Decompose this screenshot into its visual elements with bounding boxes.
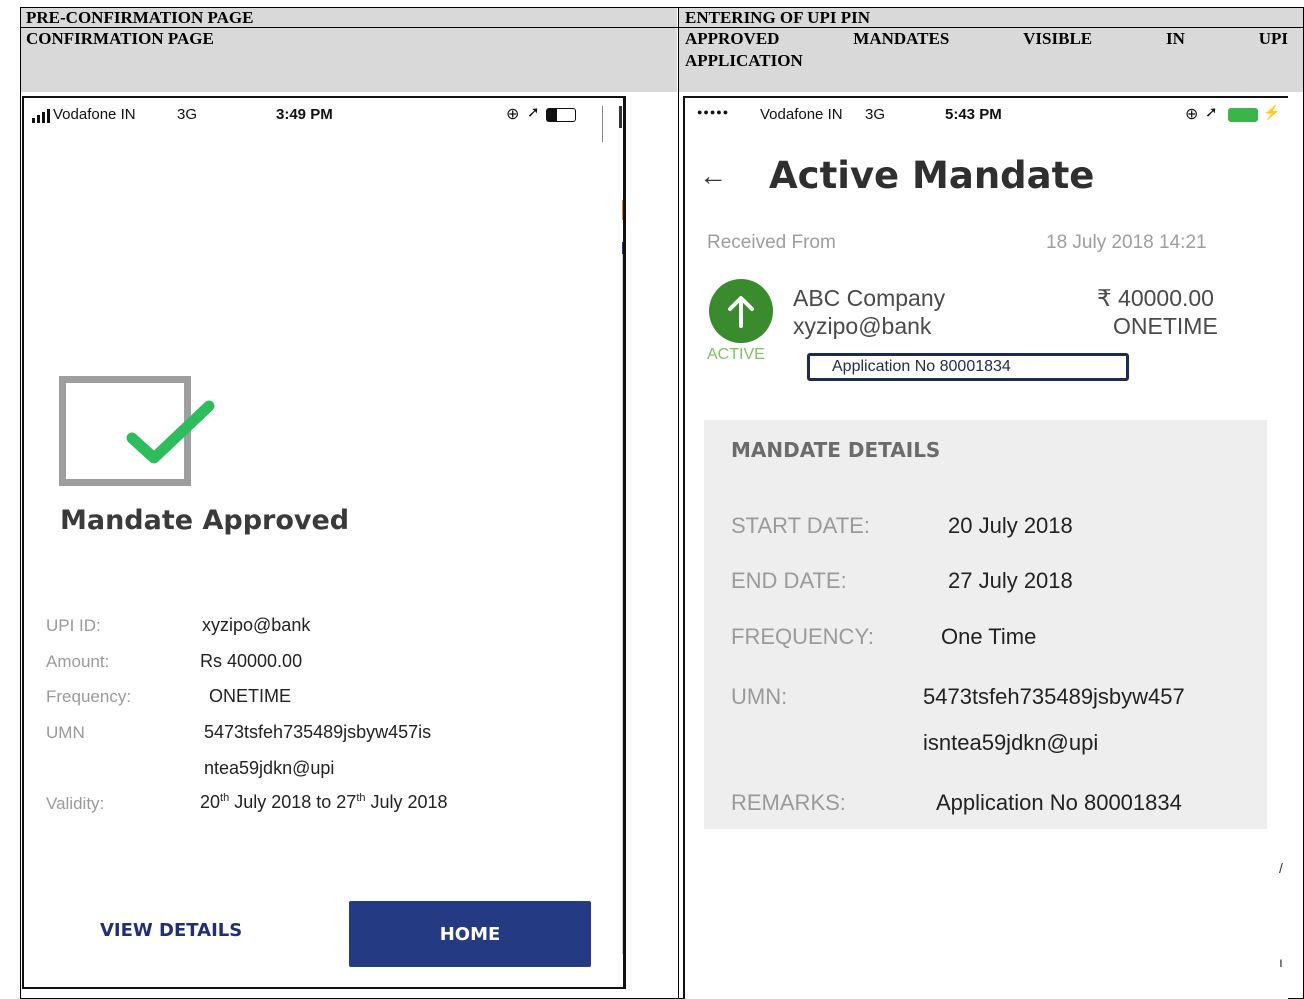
network-type: 3G	[177, 106, 198, 123]
header-approved-mandates-line1: APPROVED MANDATES VISIBLE IN UPI	[685, 28, 1298, 50]
header-entering-upi-pin: ENTERING OF UPI PIN	[685, 8, 870, 27]
end-date-label: END DATE:	[731, 568, 847, 593]
mandate-details-panel: MANDATE DETAILS START DATE: 20 July 2018…	[704, 420, 1267, 829]
frequency-label: Frequency:	[46, 687, 132, 706]
upi-id-value: xyzipo@bank	[202, 615, 311, 635]
status-badge: ACTIVE	[707, 346, 765, 363]
header-pre-confirmation: PRE-CONFIRMATION PAGE	[26, 8, 254, 27]
amount-label: Amount:	[46, 652, 110, 671]
signal-dots-icon: ●●●●●	[697, 107, 730, 117]
table-border-left	[20, 7, 21, 999]
end-date-value: 27 July 2018	[948, 568, 1073, 593]
amount-value: Rs 40000.00	[200, 651, 303, 671]
umn-label: UMN	[46, 723, 85, 742]
mandate-approved-screen: Vodafone IN 3G 3:49 PM ⊕ ➚ Mandate Appro…	[22, 96, 626, 989]
upi-id-label: UPI ID:	[46, 616, 101, 635]
battery-icon	[546, 108, 576, 122]
network-type: 3G	[865, 106, 886, 123]
background-peek-bar	[619, 106, 622, 128]
mandate-type: ONETIME	[1113, 313, 1218, 339]
signal-bars-icon	[32, 109, 50, 123]
location-arrow-icon: ➚	[527, 104, 540, 121]
validity-start-day: 20	[200, 792, 221, 812]
background-peek-line	[622, 254, 623, 954]
header-cell-pre-confirmation: PRE-CONFIRMATION PAGE	[20, 8, 677, 27]
header-cell-approved-mandates: APPROVED MANDATES VISIBLE IN UPI APPLICA…	[679, 28, 1304, 92]
validity-label: Validity:	[46, 794, 105, 813]
header-cell-upi-pin: ENTERING OF UPI PIN	[679, 8, 1304, 27]
status-time: 5:43 PM	[945, 106, 1002, 123]
table-border-middle	[678, 7, 679, 999]
validity-end-day: 27	[336, 792, 357, 812]
checkbox-checked-icon	[126, 400, 215, 464]
header-word-approved: APPROVED	[685, 29, 780, 48]
remarks-value: Application No 80001834	[936, 790, 1182, 815]
back-arrow-icon[interactable]: ←	[699, 160, 727, 192]
validity-end-rest: July 2018	[365, 792, 448, 812]
remarks-label: REMARKS:	[731, 790, 846, 815]
up-arrow-icon	[709, 279, 773, 343]
start-date-label: START DATE:	[731, 513, 870, 538]
orientation-lock-icon: ⊕	[506, 106, 520, 123]
edge-artifact-top: /	[1279, 860, 1283, 876]
received-date: 18 July 2018 14:21	[1046, 232, 1207, 253]
header-word-mandates: MANDATES	[853, 29, 950, 48]
validity-start-suffix: th	[220, 792, 230, 804]
frequency-label: FREQUENCY:	[731, 624, 875, 649]
umn-label: UMN:	[731, 684, 788, 709]
orientation-lock-icon: ⊕	[1185, 106, 1199, 123]
umn-value-line2: isntea59jdkn@upi	[923, 730, 1099, 755]
header-word-in: IN	[1165, 29, 1185, 48]
validity-end-suffix: th	[356, 792, 366, 804]
carrier-name: Vodafone IN	[760, 106, 843, 123]
frequency-value: One Time	[941, 624, 1037, 649]
charging-icon: ⚡	[1263, 104, 1281, 120]
header-cell-confirmation: CONFIRMATION PAGE	[20, 28, 677, 92]
battery-icon	[1228, 108, 1258, 122]
payee-name: ABC Company	[793, 285, 946, 311]
umn-value-line1: 5473tsfeh735489jsbyw457is	[204, 722, 432, 742]
header-confirmation-page: CONFIRMATION PAGE	[26, 29, 214, 48]
frequency-value: ONETIME	[209, 686, 292, 706]
background-peek-orange	[622, 200, 623, 220]
mandate-details-heading: MANDATE DETAILS	[731, 438, 941, 462]
payee-vpa: xyzipo@bank	[793, 313, 932, 339]
status-time: 3:49 PM	[276, 106, 333, 123]
active-mandate-screen: ●●●●● Vodafone IN 3G 5:43 PM ⊕ ➚ ⚡ ← Act…	[683, 96, 1288, 999]
mandate-approved-title: Mandate Approved	[60, 505, 350, 536]
view-details-button[interactable]: VIEW DETAILS	[100, 920, 242, 941]
received-from-label: Received From	[707, 232, 836, 253]
application-number-box: Application No 80001834	[807, 353, 1129, 381]
umn-value-line1: 5473tsfeh735489jsbyw457	[923, 684, 1185, 709]
header-word-visible: VISIBLE	[1023, 29, 1093, 48]
background-peek-divider	[602, 106, 603, 142]
active-mandate-title: Active Mandate	[769, 154, 1095, 197]
validity-value: 20th July 2018 to 27th July 2018	[200, 792, 448, 813]
edge-artifact-bottom: ı	[1279, 954, 1283, 970]
start-date-value: 20 July 2018	[948, 513, 1073, 538]
validity-start-rest: July 2018 to	[229, 792, 337, 812]
mandate-amount: ₹ 40000.00	[1097, 285, 1214, 311]
header-word-upi: UPI	[1258, 29, 1288, 48]
header-application: APPLICATION	[685, 51, 803, 70]
home-button[interactable]: HOME	[349, 901, 591, 967]
carrier-name: Vodafone IN	[53, 106, 136, 123]
umn-value-line2: ntea59jdkn@upi	[204, 758, 335, 778]
location-arrow-icon: ➚	[1205, 104, 1218, 121]
